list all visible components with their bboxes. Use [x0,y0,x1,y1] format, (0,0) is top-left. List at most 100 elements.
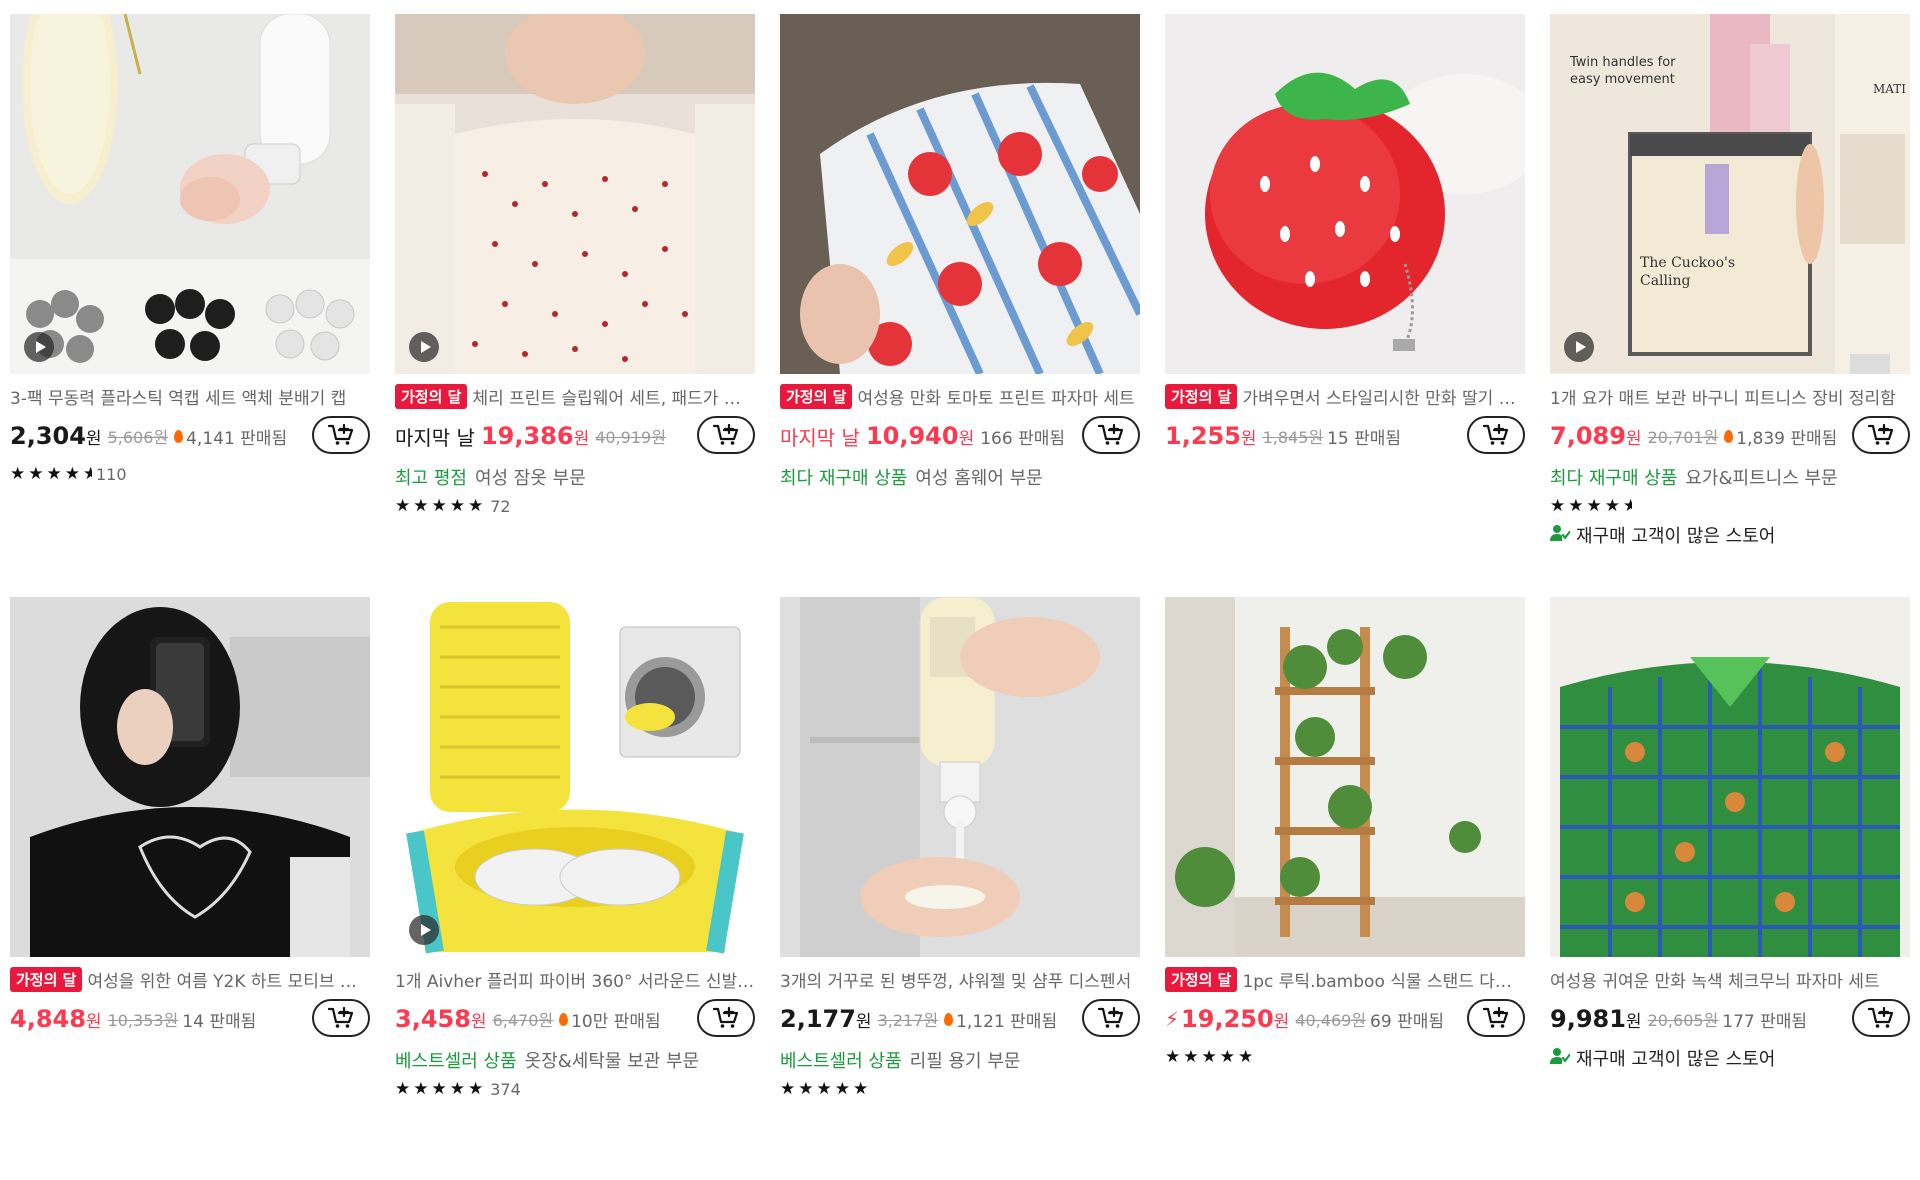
star-rating[interactable]: ★ ★ ★ ★ ★ 374 [395,1075,755,1103]
product-image[interactable] [395,14,755,374]
star-rating[interactable]: ★★★★★ [1550,492,1910,520]
product-title[interactable]: 여성용 만화 토마토 프린트 파자마 세트 [857,384,1134,409]
product-card[interactable]: 3-팩 무동력 플라스틱 역캡 세트 액체 분배기 캡 2,304 원 5,606원 4… [10,14,370,597]
store-badge[interactable]: 재구매 고객이 많은 스토어 [1550,520,1910,550]
product-card[interactable]: 가정의 달가벼우면서 스타일리시한 만화 딸기 동전지갑1,255원1,845원… [1165,14,1525,597]
play-icon[interactable] [1564,332,1594,362]
flame-icon [559,1012,569,1026]
cart-plus-icon [1483,424,1509,446]
star-rating[interactable]: ★ ★ ★ ★ ★ 72 [395,492,755,520]
store-badge[interactable]: 재구매 고객이 많은 스토어 [1550,1043,1910,1073]
currency-unit: 원 [1625,428,1642,449]
product-image[interactable] [1165,597,1525,957]
deal-badge: 가정의 달 [1165,383,1238,409]
star-icon: ★ [395,1079,414,1099]
currency-unit: 원 [958,428,975,449]
product-card[interactable]: 가정의 달1pc 루틱.bamboo 식물 스탠드 다층 화분 선반 ⚡19,25… [1165,597,1525,1180]
product-title[interactable]: 체리 프린트 슬립웨어 세트, 패드가 있는 캐미솔 [472,384,755,409]
sold-count: 166 판매됨 [980,428,1066,449]
image-caption: Twin handles for easy movement [1570,55,1676,87]
price-row: 2,304 원 5,606원 4,141 판매됨 [10,414,370,458]
star-icon: ★ [1604,496,1623,516]
add-to-cart-button[interactable] [1467,416,1525,454]
ranking-row[interactable]: 최다 재구매 상품 요가&피트니스 부문 [1550,462,1910,492]
product-title[interactable]: 1개 Aivher 플러피 파이버 360° 서라운드 신발 세탁망 [395,967,755,992]
cart-plus-icon [328,1007,354,1029]
product-title[interactable]: 3-팩 무동력 플라스틱 역캡 세트 액체 분배기 캡 [10,384,346,409]
star-icon: ★ [780,1079,799,1099]
play-icon[interactable] [24,332,54,362]
product-title[interactable]: 1pc 루틱.bamboo 식물 스탠드 다층 화분 선반 [1242,967,1525,992]
product-image[interactable] [780,14,1140,374]
product-title[interactable]: 여성을 위한 여름 Y2K 하트 모티브 티셔츠 [87,967,370,992]
ranking-row[interactable]: 최고 평점 여성 잠옷 부문 [395,462,755,492]
deal-prefix: 마지막 날 [780,425,860,450]
original-price: 6,470원 [492,1011,554,1030]
add-to-cart-button[interactable] [1852,416,1910,454]
sold-count: 69 판매됨 [1370,1011,1444,1032]
product-image[interactable] [10,14,370,374]
sold-count: 4,141 판매됨 [186,428,288,449]
sale-price: 2,304 [10,422,86,450]
ranking-category: 여성 잠옷 부문 [474,468,586,489]
star-icon: ★ [834,1079,853,1099]
add-to-cart-button[interactable] [1082,416,1140,454]
sold-count: 1,839 판매됨 [1736,428,1838,449]
star-rating[interactable]: ★★★★★ [780,1075,1140,1103]
add-to-cart-button[interactable] [312,416,370,454]
sale-price: 19,386 [480,422,574,450]
ranking-row[interactable]: 베스트셀러 상품 리필 용기 부문 [780,1045,1140,1075]
product-card[interactable]: 가정의 달 여성용 만화 토마토 프린트 파자마 세트 마지막 날 10,940 원 16… [780,14,1140,597]
original-price: 40,469원 [1295,1011,1367,1030]
currency-unit: 원 [1273,1011,1290,1032]
star-icon: ★ [413,1079,432,1099]
product-card[interactable]: 여성용 귀여운 만화 녹색 체크무늬 파자마 세트 9,981 원 20,605원 17… [1550,597,1910,1180]
play-icon[interactable] [409,332,439,362]
product-card[interactable]: 1개 Aivher 플러피 파이버 360° 서라운드 신발 세탁망 3,458 원… [395,597,755,1180]
ranking-row[interactable]: 베스트셀러 상품 옷장&세탁물 보관 부문 [395,1045,755,1075]
sale-price: 4,848 [10,1005,86,1033]
product-image[interactable] [10,597,370,957]
add-to-cart-button[interactable] [697,999,755,1037]
add-to-cart-button[interactable] [312,999,370,1037]
product-image[interactable] [1165,14,1525,374]
product-title[interactable]: 1개 요가 매트 보관 바구니 피트니스 장비 정리함 [1550,384,1896,409]
sale-price: 19,250 [1181,1005,1274,1033]
star-icon: ★ [816,1079,835,1099]
star-icon: ★ [449,496,468,516]
star-icon: ★ [468,1079,487,1099]
product-card[interactable]: 가정의 달 여성을 위한 여름 Y2K 하트 모티브 티셔츠 4,848 원 10,35… [10,597,370,1180]
original-price: 1,845원 [1262,428,1324,447]
cart-plus-icon [328,424,354,446]
star-icon: ★ [853,1079,872,1099]
product-image[interactable] [780,597,1140,957]
product-card[interactable]: 3개의 거꾸로 된 병뚜껑, 샤워젤 및 샴푸 디스펜서 2,177 원 3,217원… [780,597,1140,1180]
original-price: 20,701원 [1647,428,1719,447]
product-title[interactable]: 여성용 귀여운 만화 녹색 체크무늬 파자마 세트 [1550,967,1880,992]
add-to-cart-button[interactable] [1852,999,1910,1037]
product-title[interactable]: 3개의 거꾸로 된 병뚜껑, 샤워젤 및 샴푸 디스펜서 [780,967,1131,992]
product-card[interactable]: 가정의 달체리 프린트 슬립웨어 세트, 패드가 있는 캐미솔마지막 날19,3… [395,14,755,597]
cart-plus-icon [713,424,739,446]
add-to-cart-button[interactable] [1467,999,1525,1037]
review-count: 374 [490,1079,521,1099]
product-card[interactable]: Twin handles for easy movement The Cuckoo'… [1550,14,1910,597]
star-icon: ★ [28,464,47,484]
ranking-highlight: 최다 재구매 상품 [780,468,908,489]
star-icon: ★ [46,464,65,484]
deal-badge: 가정의 달 [780,383,853,409]
product-title[interactable]: 가벼우면서 스타일리시한 만화 딸기 동전지갑 [1242,384,1525,409]
original-price: 40,919원 [595,428,666,447]
add-to-cart-button[interactable] [1082,999,1140,1037]
sale-price: 2,177 [780,1005,856,1033]
add-to-cart-button[interactable] [697,416,755,454]
price-row: 9,981 원 20,605원 177 판매됨 [1550,997,1910,1041]
ranking-row[interactable]: 최다 재구매 상품 여성 홈웨어 부문 [780,462,1140,492]
lightning-icon: ⚡ [1165,1007,1180,1031]
star-rating[interactable]: ★★★★★110 [10,460,370,488]
play-icon[interactable] [409,915,439,945]
product-image[interactable] [1550,597,1910,957]
product-image[interactable] [395,597,755,957]
product-image[interactable]: Twin handles for easy movement The Cuckoo'… [1550,14,1910,374]
star-rating[interactable]: ★★★★★ [1165,1043,1525,1071]
